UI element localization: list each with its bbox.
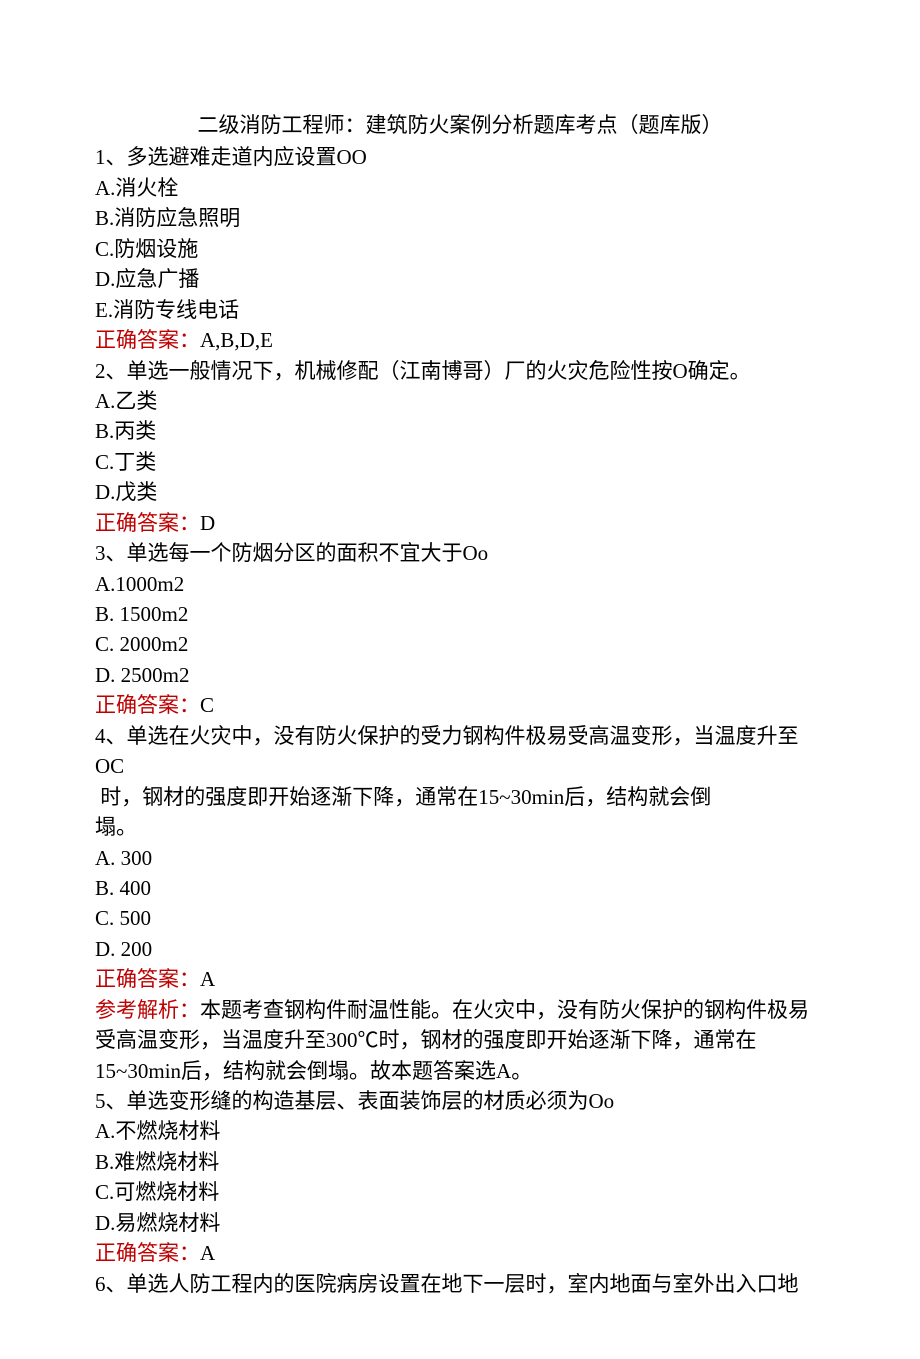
q4-opt-d: D. 200: [95, 934, 825, 964]
answer-value: A,B,D,E: [200, 328, 273, 352]
q3-stem: 3、单选每一个防烟分区的面积不宜大于Oo: [95, 538, 825, 568]
q4-answer: 正确答案：A: [95, 964, 825, 994]
q5-answer: 正确答案：A: [95, 1238, 825, 1268]
q2-stem: 2、单选一般情况下，机械修配（江南博哥）厂的火灾危险性按O确定。: [95, 356, 825, 386]
q2-opt-d: D.戊类: [95, 477, 825, 507]
q4-stem-line1: 4、单选在火灾中，没有防火保护的受力钢构件极易受高温变形，当温度升至OC: [95, 721, 825, 782]
q5-opt-d: D.易燃烧材料: [95, 1208, 825, 1238]
q2-opt-a: A.乙类: [95, 386, 825, 416]
q1-opt-c: C.防烟设施: [95, 234, 825, 264]
analysis-text: 本题考查钢构件耐温性能。在火灾中，没有防火保护的钢构件极易: [200, 998, 809, 1022]
q1-answer: 正确答案：A,B,D,E: [95, 325, 825, 355]
q1-opt-d: D.应急广播: [95, 264, 825, 294]
q5-opt-a: A.不燃烧材料: [95, 1116, 825, 1146]
page-title: 二级消防工程师：建筑防火案例分析题库考点（题库版）: [95, 110, 825, 140]
q4-opt-b: B. 400: [95, 873, 825, 903]
q4-stem-line2: 时，钢材的强度即开始逐渐下降，通常在15~30min后，结构就会倒: [95, 782, 825, 812]
answer-label: 正确答案：: [95, 328, 200, 352]
q4-opt-c: C. 500: [95, 903, 825, 933]
answer-value: A: [200, 1241, 215, 1265]
q1-stem: 1、多选避难走道内应设置OO: [95, 142, 825, 172]
q3-opt-d: D. 2500m2: [95, 660, 825, 690]
q2-opt-b: B.丙类: [95, 416, 825, 446]
answer-label: 正确答案：: [95, 511, 200, 535]
analysis-label: 参考解析：: [95, 998, 200, 1022]
answer-value: A: [200, 967, 215, 991]
q4-opt-a: A. 300: [95, 843, 825, 873]
q1-opt-b: B.消防应急照明: [95, 203, 825, 233]
q4-analysis-line2: 受高温变形，当温度升至300℃时，钢材的强度即开始逐渐下降，通常在: [95, 1025, 825, 1055]
q3-answer: 正确答案：C: [95, 690, 825, 720]
answer-label: 正确答案：: [95, 1241, 200, 1265]
q4-analysis-line1: 参考解析：本题考查钢构件耐温性能。在火灾中，没有防火保护的钢构件极易: [95, 995, 825, 1025]
q5-stem: 5、单选变形缝的构造基层、表面装饰层的材质必须为Oo: [95, 1086, 825, 1116]
q4-analysis-line3: 15~30min后，结构就会倒塌。故本题答案选A。: [95, 1056, 825, 1086]
q3-opt-a: A.1000m2: [95, 569, 825, 599]
q2-opt-c: C.丁类: [95, 447, 825, 477]
q1-opt-e: E.消防专线电话: [95, 295, 825, 325]
q1-opt-a: A.消火栓: [95, 173, 825, 203]
q3-opt-c: C. 2000m2: [95, 629, 825, 659]
answer-label: 正确答案：: [95, 693, 200, 717]
answer-label: 正确答案：: [95, 967, 200, 991]
q4-stem-line3: 塌。: [95, 812, 825, 842]
answer-value: C: [200, 693, 214, 717]
q2-answer: 正确答案：D: [95, 508, 825, 538]
q5-opt-c: C.可燃烧材料: [95, 1177, 825, 1207]
q5-opt-b: B.难燃烧材料: [95, 1147, 825, 1177]
q6-stem: 6、单选人防工程内的医院病房设置在地下一层时，室内地面与室外出入口地: [95, 1269, 825, 1299]
q3-opt-b: B. 1500m2: [95, 599, 825, 629]
answer-value: D: [200, 511, 215, 535]
